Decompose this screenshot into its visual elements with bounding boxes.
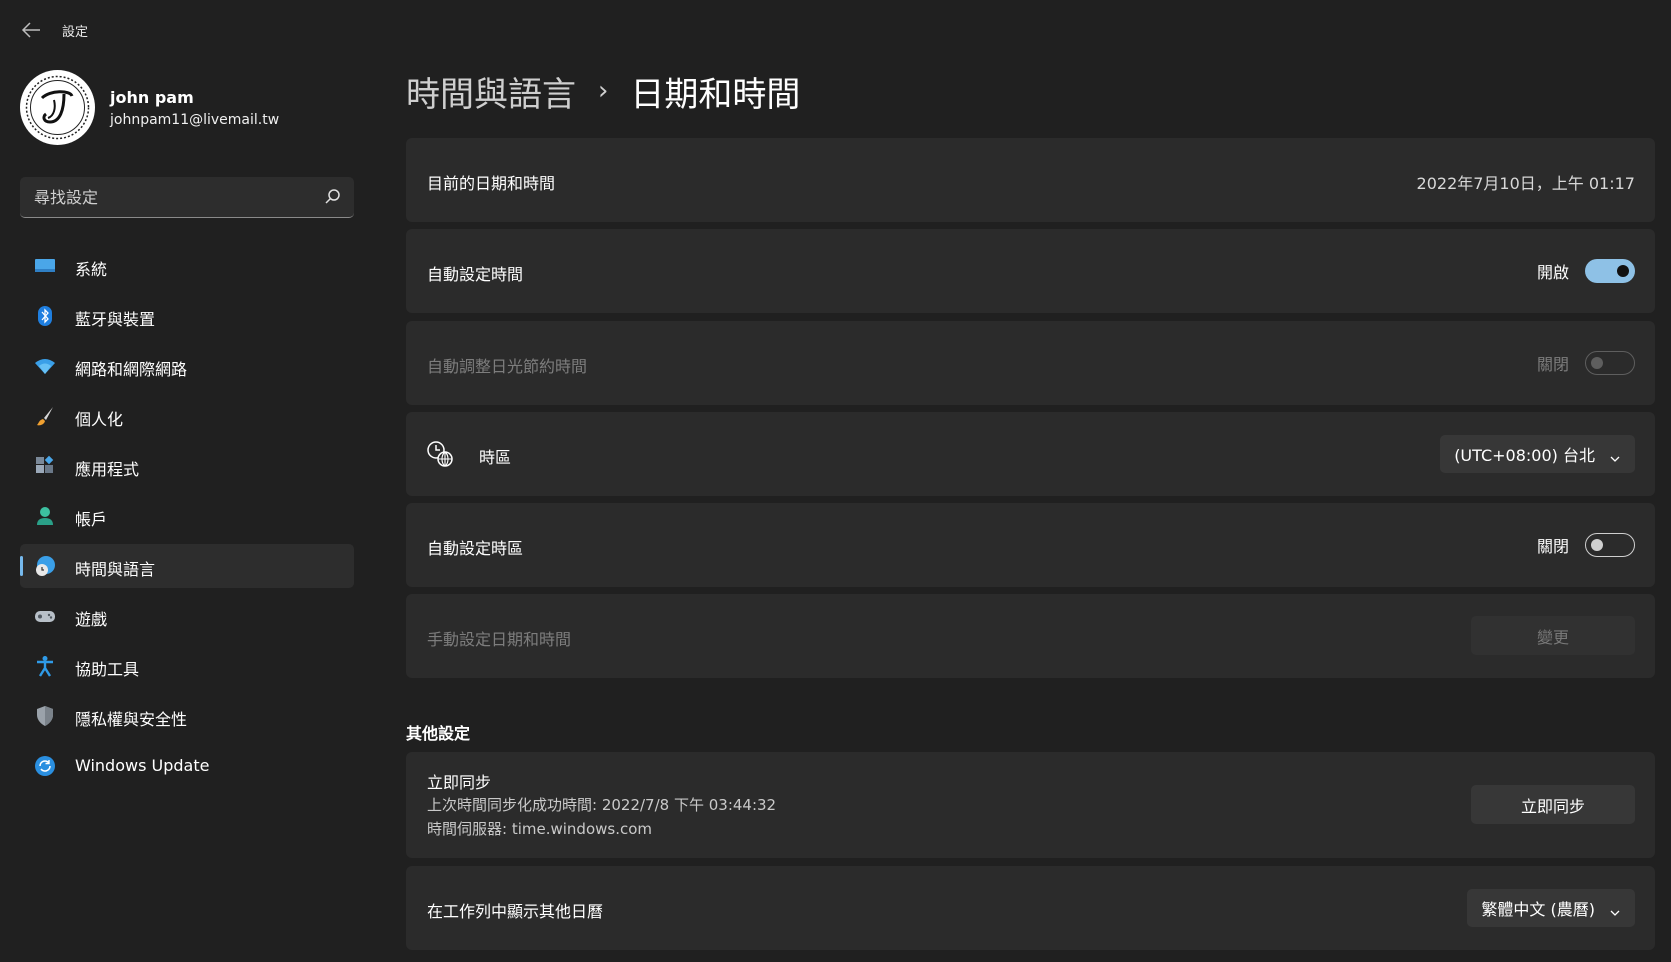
sidebar-item-personalization[interactable]: 個人化 <box>20 394 354 438</box>
breadcrumb-parent[interactable]: 時間與語言 <box>406 67 576 116</box>
back-arrow-icon[interactable] <box>20 20 42 40</box>
brush-icon <box>34 405 56 427</box>
calendar-card: 在工作列中顯示其他日曆 繁體中文 (農曆) <box>406 866 1655 950</box>
user-email: johnpam11@livemail.tw <box>110 112 280 128</box>
breadcrumb: 時間與語言 › 日期和時間 <box>406 66 800 116</box>
sidebar-item-network[interactable]: 網路和網際網路 <box>20 344 354 388</box>
user-profile[interactable]: john pam johnpam11@livemail.tw <box>20 70 360 146</box>
app-title: 設定 <box>62 25 89 40</box>
change-button: 變更 <box>1471 616 1635 655</box>
auto-time-card: 自動設定時間 開啟 <box>406 229 1655 313</box>
title-bar: 設定 <box>0 0 1671 60</box>
calendar-label: 在工作列中顯示其他日曆 <box>427 902 604 921</box>
sidebar-item-apps[interactable]: 應用程式 <box>20 444 354 488</box>
auto-dst-toggle-group: 關閉 <box>1537 351 1635 375</box>
auto-time-toggle-group[interactable]: 開啟 <box>1537 259 1635 283</box>
system-icon <box>34 255 56 277</box>
search-input[interactable] <box>20 177 310 217</box>
time-language-icon <box>34 555 56 577</box>
sidebar-item-accessibility[interactable]: 協助工具 <box>20 644 354 688</box>
sync-card: 立即同步 上次時間同步化成功時間: 2022/7/8 下午 03:44:32 時… <box>406 752 1655 858</box>
shield-icon <box>34 705 56 727</box>
auto-time-toggle[interactable] <box>1585 259 1635 283</box>
auto-timezone-label: 自動設定時區 <box>427 539 524 558</box>
account-icon <box>34 505 56 527</box>
timezone-icon <box>426 440 454 468</box>
sidebar-item-time-language[interactable]: 時間與語言 <box>20 544 354 588</box>
accessibility-icon <box>34 655 56 677</box>
timezone-value: (UTC+08:00) 台北 <box>1454 446 1595 465</box>
auto-timezone-card: 自動設定時區 關閉 <box>406 503 1655 587</box>
section-title-other: 其他設定 <box>406 724 471 743</box>
last-sync-text: 上次時間同步化成功時間: 2022/7/8 下午 03:44:32 <box>427 796 777 814</box>
breadcrumb-separator: › <box>598 76 609 106</box>
chevron-down-icon <box>1609 903 1621 916</box>
current-datetime-card: 目前的日期和時間 2022年7月10日，上午 01:17 <box>406 138 1655 222</box>
wifi-icon <box>34 355 56 377</box>
timezone-dropdown[interactable]: (UTC+08:00) 台北 <box>1440 435 1635 473</box>
avatar <box>20 70 95 145</box>
update-icon <box>34 755 56 777</box>
current-datetime-label: 目前的日期和時間 <box>427 174 556 193</box>
auto-dst-state: 關閉 <box>1536 355 1569 374</box>
auto-dst-card: 自動調整日光節約時間 關閉 <box>406 321 1655 405</box>
manual-datetime-card: 手動設定日期和時間 變更 <box>406 594 1655 678</box>
gaming-icon <box>34 605 56 627</box>
calendar-value: 繁體中文 (農曆) <box>1481 900 1595 919</box>
sync-now-button[interactable]: 立即同步 <box>1471 785 1635 824</box>
auto-dst-label: 自動調整日光節約時間 <box>427 357 588 376</box>
calendar-dropdown[interactable]: 繁體中文 (農曆) <box>1467 889 1635 927</box>
bluetooth-icon <box>34 305 56 327</box>
sidebar-item-accounts[interactable]: 帳戶 <box>20 494 354 538</box>
auto-timezone-toggle-group[interactable]: 關閉 <box>1537 533 1635 557</box>
sidebar-item-privacy[interactable]: 隱私權與安全性 <box>20 694 354 738</box>
auto-time-state: 開啟 <box>1536 263 1569 282</box>
user-name: john pam <box>110 88 194 107</box>
search-icon[interactable] <box>324 188 342 206</box>
search-box[interactable] <box>20 177 354 218</box>
time-server-text: 時間伺服器: time.windows.com <box>427 820 653 838</box>
timezone-label: 時區 <box>479 448 512 467</box>
auto-dst-toggle <box>1585 351 1635 375</box>
auto-time-label: 自動設定時間 <box>427 265 524 284</box>
page-title: 日期和時間 <box>630 74 801 115</box>
current-datetime-value: 2022年7月10日，上午 01:17 <box>1416 174 1635 193</box>
manual-datetime-label: 手動設定日期和時間 <box>427 630 572 649</box>
sidebar-item-windows-update[interactable]: Windows Update <box>20 744 354 788</box>
timezone-card: 時區 (UTC+08:00) 台北 <box>406 412 1655 496</box>
auto-timezone-state: 關閉 <box>1536 537 1569 556</box>
chevron-down-icon <box>1609 449 1621 462</box>
auto-timezone-toggle[interactable] <box>1585 533 1635 557</box>
sidebar-item-system[interactable]: 系統 <box>20 244 354 288</box>
apps-icon <box>34 455 56 477</box>
sidebar-nav: 系統 藍牙與裝置 網路和網際網路 個人化 應用程式 帳戶 時間與語言 遊戲 協助… <box>20 244 354 794</box>
sidebar-item-gaming[interactable]: 遊戲 <box>20 594 354 638</box>
sync-title: 立即同步 <box>427 773 492 792</box>
sidebar-item-bluetooth[interactable]: 藍牙與裝置 <box>20 294 354 338</box>
